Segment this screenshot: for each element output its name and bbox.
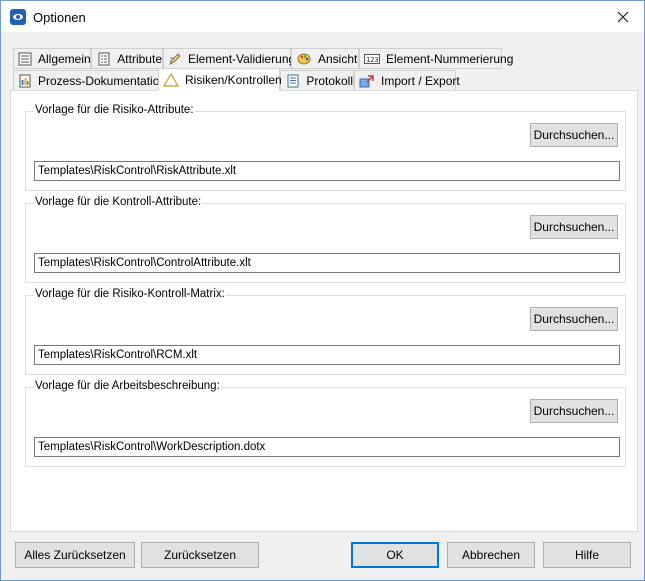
tab-ansicht[interactable]: Ansicht: [291, 48, 359, 69]
group-risk-control-matrix-template: Vorlage für die Risiko-Kontroll-Matrix: …: [25, 288, 626, 375]
tab-protokoll[interactable]: Protokoll: [280, 70, 354, 91]
tab-element-validierung[interactable]: Element-Validierung: [163, 48, 295, 69]
group-title: Vorlage für die Risiko-Attribute:: [34, 104, 195, 116]
group-title: Vorlage für die Risiko-Kontroll-Matrix:: [34, 288, 226, 300]
tab-attribute[interactable]: Attribute: [91, 48, 163, 69]
list-icon: [18, 51, 32, 67]
tab-element-nummerierung[interactable]: 123 Element-Nummerierung: [359, 48, 513, 69]
tab-risiken-kontrollen[interactable]: Risiken/Kontrollen: [158, 68, 282, 91]
template-path-input[interactable]: Templates\RiskControl\RCM.xlt: [34, 345, 620, 365]
tab-label: Prozess-Dokumentation: [38, 73, 167, 88]
tab-import-export[interactable]: Import / Export: [354, 70, 460, 91]
import-export-icon: [359, 73, 375, 89]
group-title: Vorlage für die Kontroll-Attribute:: [34, 196, 203, 208]
tab-prozess-dokumentation[interactable]: Prozess-Dokumentation: [13, 70, 166, 91]
ok-button[interactable]: OK: [351, 542, 439, 568]
reset-all-button[interactable]: Alles Zurücksetzen: [15, 542, 135, 568]
template-path-input[interactable]: Templates\RiskControl\ControlAttribute.x…: [34, 253, 620, 273]
document-icon: [18, 73, 32, 89]
title-bar: Optionen: [1, 1, 644, 32]
numbering-icon: 123: [364, 51, 380, 67]
tab-label: Import / Export: [381, 73, 460, 88]
warning-triangle-icon: [163, 72, 179, 88]
browse-button[interactable]: Durchsuchen...: [530, 215, 618, 239]
group-risk-attribute-template: Vorlage für die Risiko-Attribute: Durchs…: [25, 104, 626, 191]
app-eye-icon: [10, 9, 26, 25]
close-button[interactable]: [608, 5, 638, 29]
browse-button[interactable]: Durchsuchen...: [530, 123, 618, 147]
template-path-input[interactable]: Templates\RiskControl\WorkDescription.do…: [34, 437, 620, 457]
validation-pen-icon: [168, 51, 182, 67]
browse-button[interactable]: Durchsuchen...: [530, 307, 618, 331]
tab-label: Element-Validierung: [188, 51, 296, 66]
tab-label: Element-Nummerierung: [386, 51, 514, 66]
log-icon: [285, 73, 300, 89]
group-title: Vorlage für die Arbeitsbeschreibung:: [34, 380, 221, 392]
group-work-description-template: Vorlage für die Arbeitsbeschreibung: Dur…: [25, 380, 626, 467]
tab-label: Risiken/Kontrollen: [185, 72, 282, 87]
options-dialog: Optionen Allgemein Attribute Element-Val…: [0, 0, 645, 581]
tab-allgemein[interactable]: Allgemein: [13, 48, 91, 69]
tab-label: Protokoll: [306, 73, 353, 88]
tab-panel-risiken-kontrollen: Vorlage für die Risiko-Attribute: Durchs…: [10, 90, 638, 532]
browse-button[interactable]: Durchsuchen...: [530, 399, 618, 423]
group-control-attribute-template: Vorlage für die Kontroll-Attribute: Durc…: [25, 196, 626, 283]
close-icon: [617, 11, 629, 23]
tab-label: Allgemein: [38, 51, 91, 66]
reset-button[interactable]: Zurücksetzen: [141, 542, 259, 568]
palette-icon: [296, 51, 312, 67]
cancel-button[interactable]: Abbrechen: [447, 542, 535, 568]
help-button[interactable]: Hilfe: [543, 542, 631, 568]
tab-label: Ansicht: [318, 51, 358, 66]
template-path-input[interactable]: Templates\RiskControl\RiskAttribute.xlt: [34, 161, 620, 181]
window-title: Optionen: [33, 10, 86, 25]
attribute-list-icon: [96, 51, 111, 67]
svg-text:123: 123: [366, 56, 379, 64]
tab-label: Attribute: [117, 51, 162, 66]
